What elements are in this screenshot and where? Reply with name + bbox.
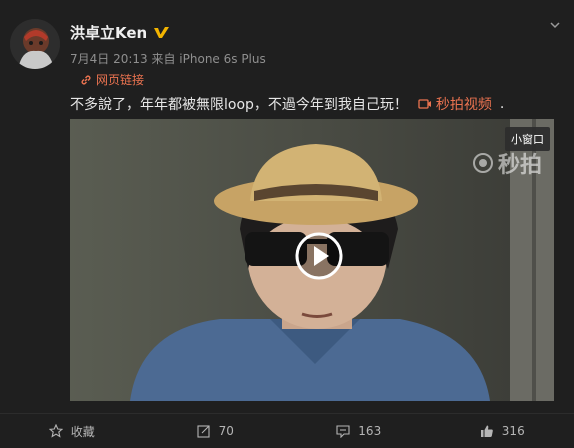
camera-logo-icon: [472, 152, 494, 174]
post-text: 不多說了，年年都被無限loop，不過今年到我自己玩！: [70, 94, 408, 114]
watermark-text: 秒拍: [498, 147, 542, 179]
repost-icon: [197, 424, 211, 438]
comment-icon: [336, 424, 350, 438]
author-row: 洪卓立Ken: [70, 22, 170, 43]
comment-count: 163: [358, 424, 381, 438]
video-player[interactable]: 小窗口 秒拍: [70, 119, 554, 401]
like-count: 316: [502, 424, 525, 438]
comment-button[interactable]: 163: [287, 414, 431, 448]
action-bar: 收藏 70 163 316: [0, 413, 574, 448]
video-link-label: 秒拍视频: [436, 94, 492, 114]
avatar-image: [10, 19, 60, 69]
video-icon: [418, 98, 432, 110]
thumbs-up-icon: [480, 424, 494, 438]
web-link-label: 网页链接: [96, 71, 144, 88]
favorite-label: 收藏: [71, 423, 95, 440]
favorite-button[interactable]: 收藏: [0, 414, 144, 448]
repost-count: 70: [219, 424, 234, 438]
post-text-row: 不多說了，年年都被無限loop，不過今年到我自己玩！ 秒拍视频 .: [70, 94, 504, 114]
link-icon: [80, 74, 92, 86]
trailing-dot: .: [500, 96, 504, 112]
chevron-down-icon[interactable]: [549, 19, 561, 31]
author-name[interactable]: 洪卓立Ken: [70, 22, 147, 43]
verified-icon: [153, 26, 170, 40]
like-button[interactable]: 316: [431, 414, 574, 448]
avatar[interactable]: [10, 19, 60, 69]
web-link[interactable]: 网页链接: [80, 71, 144, 88]
repost-button[interactable]: 70: [144, 414, 288, 448]
play-icon[interactable]: [295, 232, 343, 280]
watermark: 秒拍: [472, 147, 542, 179]
post-meta: 7月4日 20:13 来自 iPhone 6s Plus: [70, 50, 266, 67]
video-link[interactable]: 秒拍视频 .: [418, 94, 504, 114]
star-icon: [49, 424, 63, 438]
